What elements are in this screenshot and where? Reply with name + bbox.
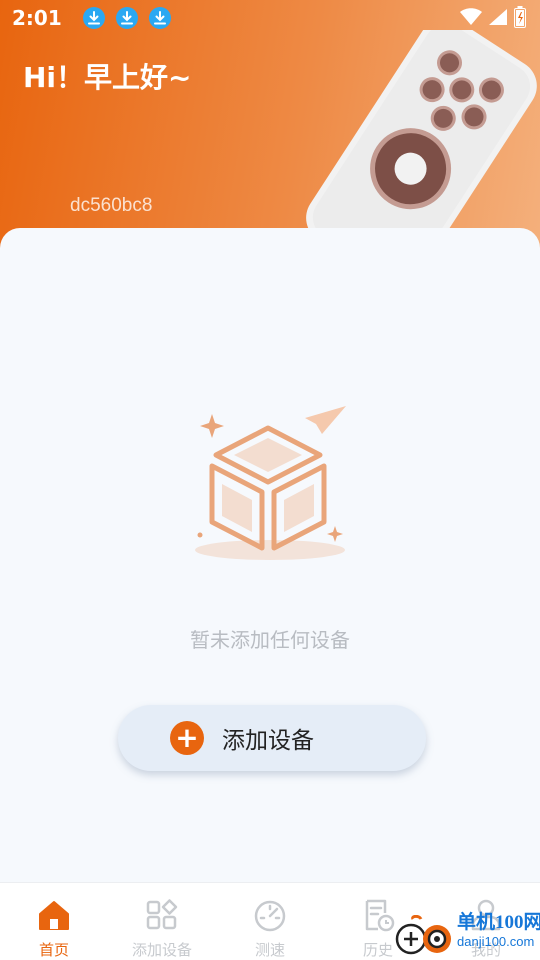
- watermark: 单机100网 danji100.com: [395, 912, 540, 955]
- nav-label: 测速: [254, 941, 285, 959]
- header: 2:01 Hi！早上好~ dc560bc8: [0, 0, 540, 260]
- empty-state-text: 暂未添加任何设备: [190, 628, 350, 652]
- watermark-url: danji100.com: [457, 934, 535, 949]
- watermark-title: 单机100网: [457, 912, 540, 933]
- empty-box-icon: [195, 406, 346, 560]
- download-icon: [115, 7, 138, 29]
- remote-control-illustration: [306, 30, 537, 260]
- nav-item-add-device[interactable]: 添加设备: [108, 883, 216, 960]
- nav-item-speedtest[interactable]: 测速: [216, 883, 324, 960]
- watermark-logo-icon: [395, 915, 451, 955]
- apps-icon: [146, 899, 178, 930]
- download-icon: [82, 7, 105, 29]
- add-device-button[interactable]: + 添加设备: [118, 705, 426, 771]
- signal-icon: [489, 9, 507, 25]
- status-indicators: [460, 6, 526, 28]
- nav-label: 首页: [38, 941, 69, 959]
- device-id: dc560bc8: [70, 195, 153, 216]
- wifi-icon: [460, 8, 482, 25]
- nav-label: 添加设备: [131, 941, 192, 959]
- nav-item-home[interactable]: 首页: [0, 883, 108, 960]
- battery-icon: [514, 6, 526, 28]
- download-icon: [148, 7, 171, 29]
- plus-icon: +: [170, 721, 204, 755]
- speedometer-icon: [254, 900, 286, 932]
- status-time: 2:01: [12, 6, 62, 30]
- add-device-label: 添加设备: [222, 728, 314, 754]
- history-icon: [365, 899, 395, 932]
- nav-label: 历史: [362, 941, 393, 959]
- home-icon: [39, 901, 69, 930]
- greeting: Hi！早上好~: [23, 61, 192, 94]
